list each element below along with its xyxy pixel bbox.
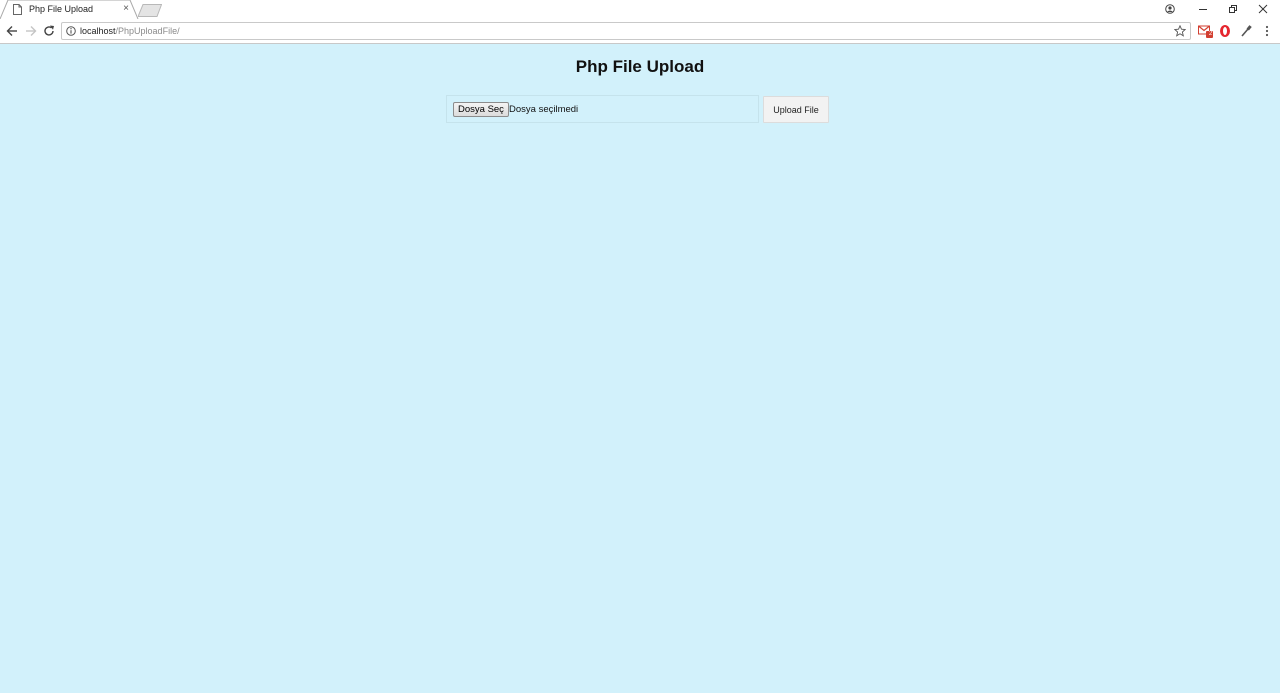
profile-icon[interactable] (1155, 0, 1185, 18)
file-status-text: Dosya seçilmedi (509, 104, 579, 115)
upload-file-button[interactable]: Upload File (763, 96, 829, 123)
choose-file-button[interactable]: Dosya Seç (453, 102, 509, 117)
restore-icon[interactable] (1218, 0, 1248, 18)
opera-extension-icon[interactable] (1219, 24, 1233, 38)
eyedropper-icon[interactable] (1240, 24, 1254, 38)
page-title: Php File Upload (575, 57, 705, 76)
url-path: /PhpUploadFile/ (115, 26, 180, 36)
arrow-right-icon[interactable] (23, 23, 39, 39)
url-text: localhost/PhpUploadFile/ (80, 26, 180, 36)
tab-title: Php File Upload (29, 4, 94, 14)
tab-strip: Php File Upload × (0, 0, 1280, 19)
new-tab-button[interactable] (138, 4, 162, 17)
kebab-menu-icon[interactable] (1263, 24, 1277, 38)
arrow-left-icon[interactable] (4, 23, 20, 39)
minimize-icon[interactable] (1188, 0, 1218, 18)
reload-icon[interactable] (41, 23, 57, 39)
page-content: Php File Upload Dosya Seç Dosya seçilmed… (0, 44, 1280, 693)
browser-toolbar: localhost/PhpUploadFile/ 2 (0, 19, 1280, 44)
browser-window: Php File Upload × localhost/PhpUploadFil… (0, 0, 1280, 693)
close-icon[interactable] (1248, 0, 1278, 18)
file-input[interactable]: Dosya Seç Dosya seçilmedi (446, 95, 759, 123)
page-icon (13, 4, 22, 15)
star-icon[interactable] (1174, 25, 1186, 37)
tab-close-icon[interactable]: × (121, 3, 131, 15)
address-bar[interactable]: localhost/PhpUploadFile/ (61, 22, 1191, 40)
mail-badge: 2 (1208, 31, 1213, 37)
info-icon[interactable] (66, 26, 76, 36)
gmail-extension-icon[interactable]: 2 (1198, 24, 1213, 38)
url-host: localhost (80, 26, 116, 36)
